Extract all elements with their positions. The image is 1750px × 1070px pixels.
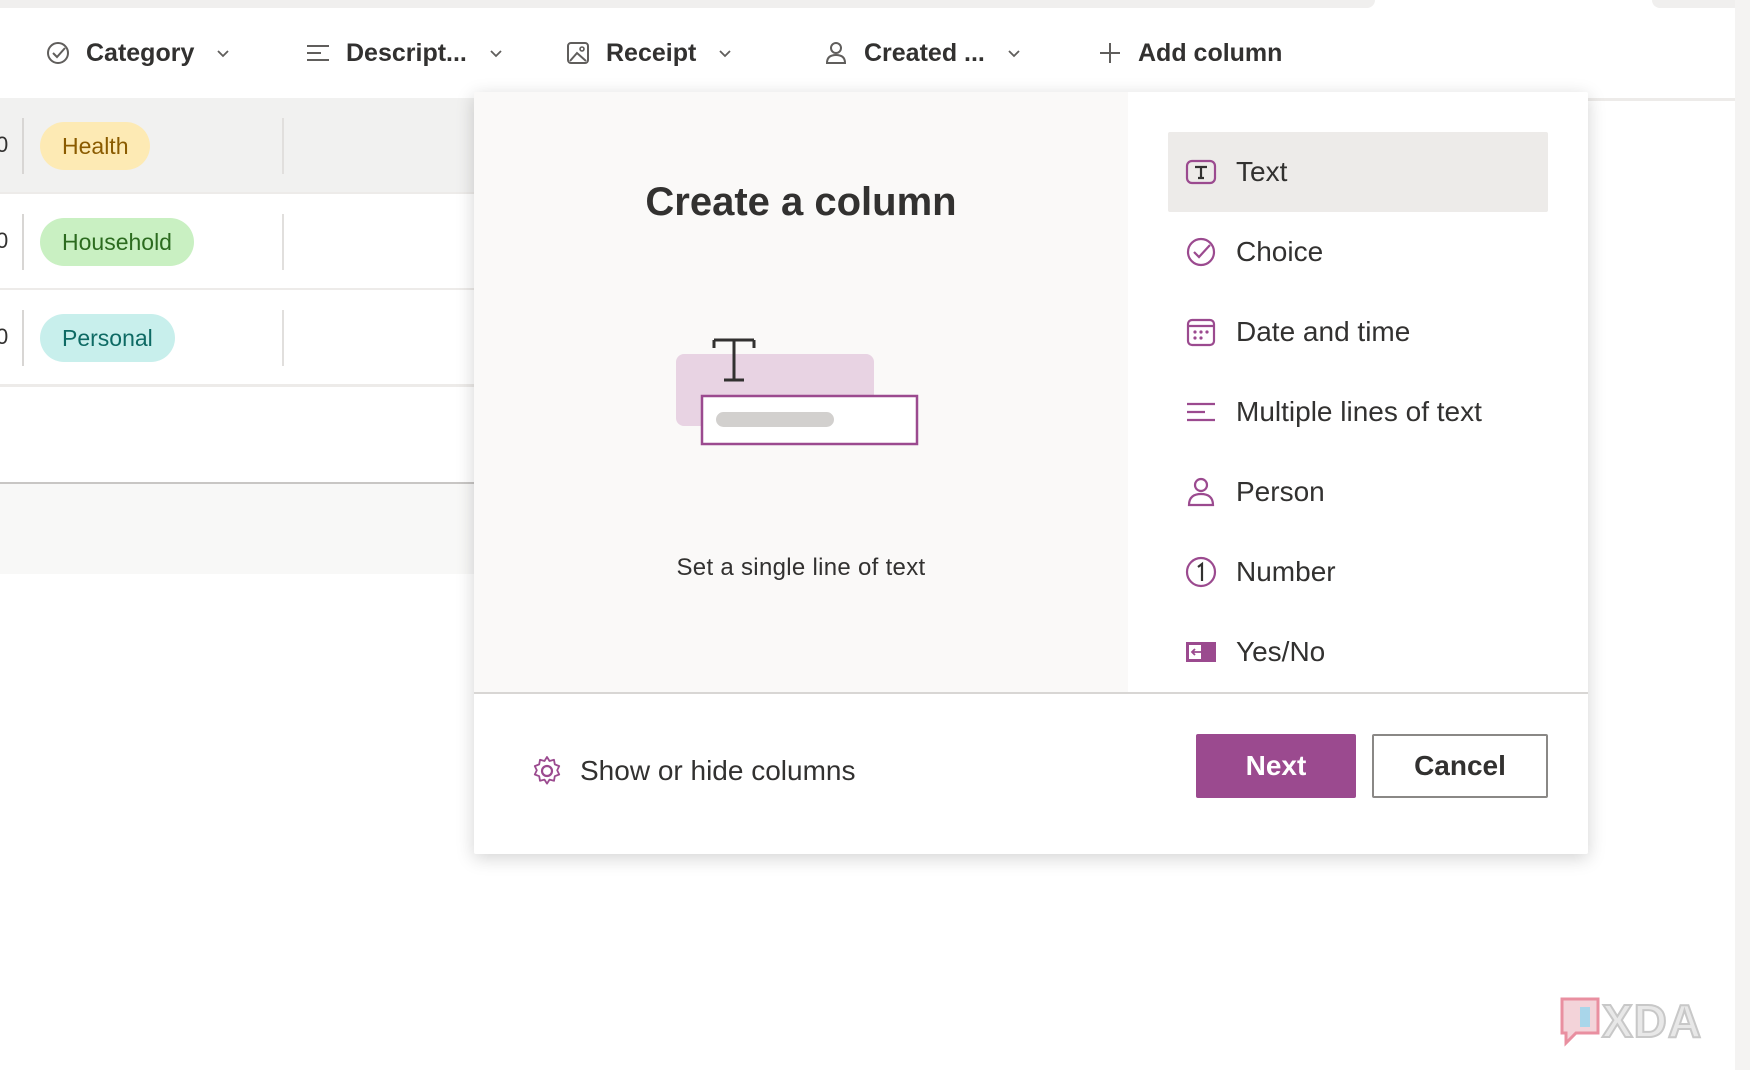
yes-no-icon: [1186, 642, 1216, 662]
image-icon: [567, 42, 589, 64]
column-header-row: Category Descript... Receipt Created ...…: [0, 8, 1735, 101]
column-header-label: Descript...: [346, 38, 467, 67]
chevron-down-icon: [217, 50, 230, 58]
add-column-label: Add column: [1138, 38, 1283, 67]
person-icon: [1187, 477, 1215, 507]
type-option-number[interactable]: Number: [1168, 532, 1548, 612]
chevron-down-icon: [490, 50, 502, 58]
number-icon: [1185, 556, 1217, 588]
lines-icon: [307, 45, 329, 61]
type-option-label: Choice: [1236, 236, 1324, 267]
column-header-created-by[interactable]: Created ...: [822, 8, 1023, 98]
person-icon: [825, 42, 847, 64]
truncated-cell: 0: [0, 228, 9, 253]
column-type-list: Text Choice Date and time Multiple lines…: [1128, 92, 1588, 692]
plus-icon: [1100, 43, 1120, 63]
chevron-down-icon: [1008, 50, 1020, 58]
chevron-down-icon: [719, 50, 731, 58]
type-option-date-time[interactable]: Date and time: [1168, 292, 1548, 372]
xda-watermark: XDA: [1558, 994, 1702, 1048]
calendar-icon: [1186, 318, 1216, 347]
truncated-cell: 0: [0, 132, 9, 157]
table-footer-area: [0, 482, 480, 574]
table-row[interactable]: 0 Household: [0, 194, 480, 291]
type-description: Set a single line of text: [676, 554, 926, 581]
type-option-person[interactable]: Person: [1168, 452, 1548, 532]
cell-divider: [22, 118, 24, 174]
type-option-label: Multiple lines of text: [1236, 396, 1482, 427]
right-edge-panel: [1735, 0, 1750, 1070]
choice-icon: [1186, 237, 1216, 267]
choice-check-icon: [47, 42, 69, 64]
text-field-illustration: [676, 338, 919, 446]
cell-divider: [22, 310, 24, 366]
column-header-receipt[interactable]: Receipt: [564, 8, 734, 98]
type-option-choice[interactable]: Choice: [1168, 212, 1548, 292]
category-pill: Personal: [40, 314, 175, 362]
truncated-cell: 0: [0, 324, 9, 349]
table-row[interactable]: 0 Health: [0, 98, 480, 195]
column-header-label: Created ...: [864, 38, 985, 67]
cell-divider: [22, 214, 24, 270]
text-icon: [1185, 159, 1217, 185]
type-option-label: Number: [1236, 556, 1336, 587]
dialog-divider: [474, 692, 1588, 694]
cancel-button[interactable]: Cancel: [1372, 734, 1548, 798]
multiline-icon: [1187, 402, 1215, 422]
category-pill: Household: [40, 218, 194, 266]
table-row[interactable]: 0 Personal: [0, 290, 480, 387]
cell-divider: [282, 310, 284, 366]
preview-pane: Create a column Set a single line of tex…: [474, 92, 1128, 692]
gear-icon: [533, 756, 561, 785]
type-option-label: Date and time: [1236, 316, 1411, 347]
column-header-description[interactable]: Descript...: [304, 8, 505, 98]
dialog-title: Create a column: [645, 180, 957, 224]
category-pill: Health: [40, 122, 151, 170]
type-option-label: Person: [1236, 476, 1325, 507]
top-bar-strip: [0, 0, 1375, 8]
xda-logo-icon: [1560, 997, 1600, 1047]
type-option-label: Text: [1236, 156, 1288, 187]
type-option-text[interactable]: Text: [1168, 132, 1548, 212]
cell-divider: [282, 118, 284, 174]
type-option-multiline[interactable]: Multiple lines of text: [1168, 372, 1548, 452]
cell-divider: [282, 214, 284, 270]
column-header-category[interactable]: Category: [44, 8, 232, 98]
type-option-label: Yes/No: [1236, 636, 1326, 667]
show-hide-label: Show or hide columns: [580, 755, 856, 786]
next-button[interactable]: Next: [1196, 734, 1356, 798]
type-option-yes-no[interactable]: Yes/No: [1168, 612, 1548, 692]
watermark-text: XDA: [1601, 994, 1703, 1048]
column-header-label: Category: [86, 38, 195, 67]
show-hide-columns-link[interactable]: Show or hide columns: [530, 754, 855, 788]
add-column-button[interactable]: Add column: [1096, 8, 1282, 98]
column-header-label: Receipt: [606, 38, 697, 67]
create-column-dialog: Create a column Set a single line of tex…: [474, 92, 1588, 854]
